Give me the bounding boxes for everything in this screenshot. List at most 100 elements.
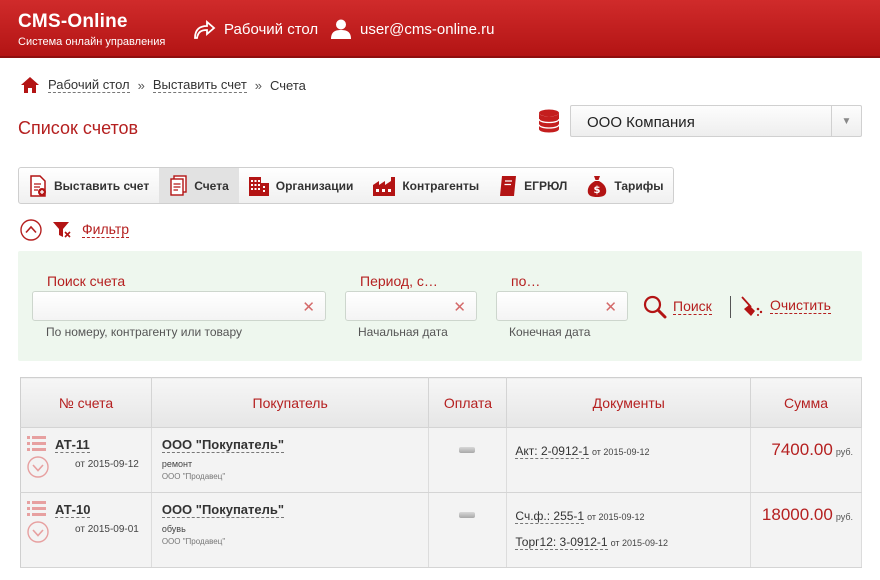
- column-header-sum[interactable]: Сумма: [750, 377, 862, 428]
- invoice-number-link[interactable]: АТ-10: [55, 503, 91, 518]
- breadcrumb: Рабочий стол » Выставить счет » Счета: [20, 76, 306, 94]
- cell-payment: [428, 492, 508, 568]
- document-line: Акт: 2-0912-1 от 2015-09-12: [515, 444, 650, 459]
- brand-subtitle: Система онлайн управления: [18, 36, 166, 48]
- period-from-input[interactable]: ✕: [345, 291, 477, 321]
- period-to-hint: Конечная дата: [509, 325, 591, 339]
- toolbar-egrul-button[interactable]: ЕГРЮЛ: [489, 168, 577, 203]
- column-header-buyer[interactable]: Покупатель: [151, 377, 430, 428]
- clear-search-icon[interactable]: ✕: [302, 298, 315, 316]
- clear-filter-button[interactable]: Очистить: [740, 295, 831, 317]
- document-date: от 2015-09-12: [587, 512, 645, 522]
- brand-logo[interactable]: CMS-Online Система онлайн управления: [18, 11, 166, 49]
- search-button[interactable]: Поиск: [643, 295, 712, 319]
- invoice-note: ремонт: [161, 459, 193, 469]
- buyer-link[interactable]: ООО "Покупатель": [161, 438, 285, 453]
- main-toolbar: Выставить счет Счета Организации Контраг…: [18, 167, 675, 204]
- brand-title: CMS-Online: [18, 11, 128, 32]
- search-icon: [643, 295, 667, 319]
- database-icon: [538, 109, 560, 133]
- money-bag-icon: $: [588, 175, 607, 197]
- payment-status-indicator[interactable]: [459, 447, 476, 453]
- clear-period-to-icon[interactable]: ✕: [604, 298, 617, 316]
- row-tools: [27, 501, 49, 546]
- row-tools: [27, 436, 49, 481]
- column-header-number[interactable]: № счета: [20, 377, 152, 428]
- document-line: Торг12: 3-0912-1 от 2015-09-12: [515, 535, 669, 550]
- clear-filter-label: Очистить: [770, 297, 831, 314]
- breadcrumb-separator: »: [254, 77, 263, 93]
- toolbar-label: Организации: [275, 178, 354, 193]
- registry-book-icon: [500, 175, 517, 196]
- document-link[interactable]: Торг12: 3-0912-1: [515, 535, 608, 550]
- chevron-down-circle-icon[interactable]: [27, 456, 49, 478]
- document-date: от 2015-09-12: [592, 447, 650, 457]
- user-account-link[interactable]: user@cms-online.ru: [330, 18, 494, 40]
- desktop-nav-label: Рабочий стол: [224, 20, 319, 38]
- document-date: от 2015-09-12: [610, 538, 669, 548]
- desktop-nav-link[interactable]: Рабочий стол: [192, 18, 318, 40]
- document-link[interactable]: Акт: 2-0912-1: [515, 444, 589, 459]
- breadcrumb-desk[interactable]: Рабочий стол: [48, 77, 130, 93]
- filter-divider: [730, 296, 731, 318]
- search-invoice-input[interactable]: ✕: [32, 291, 326, 321]
- breadcrumb-create-invoice[interactable]: Выставить счет: [152, 77, 247, 93]
- seller-name: ООО "Продавец": [161, 537, 226, 546]
- invoice-sum: 18000.00 руб.: [762, 505, 853, 525]
- column-header-documents[interactable]: Документы: [506, 377, 752, 428]
- period-to-label: по…: [511, 273, 541, 289]
- chevron-down-icon[interactable]: ▼: [831, 106, 861, 136]
- column-header-payment[interactable]: Оплата: [428, 377, 508, 428]
- payment-status-indicator[interactable]: [459, 512, 476, 518]
- user-email: user@cms-online.ru: [360, 20, 495, 38]
- company-selector-box: ООО Компания ▼: [538, 105, 862, 137]
- chevron-up-circle-icon[interactable]: [20, 219, 42, 241]
- table-row: АТ-10 от 2015-09-01 ООО "Покупатель" обу…: [20, 492, 862, 568]
- buyer-link[interactable]: ООО "Покупатель": [161, 503, 285, 518]
- document-line: Сч.ф.: 255-1 от 2015-09-12: [515, 509, 645, 524]
- top-header: CMS-Online Система онлайн управления Раб…: [0, 0, 880, 58]
- search-invoice-hint: По номеру, контрагенту или товару: [46, 325, 243, 339]
- desk-arrow-icon: [194, 20, 216, 39]
- toolbar-label: Счета: [194, 178, 229, 193]
- filter-label[interactable]: Фильтр: [82, 222, 130, 238]
- search-invoice-label: Поиск счета: [47, 273, 126, 289]
- toolbar-organizations-button[interactable]: Организации: [239, 168, 364, 203]
- user-icon: [331, 19, 351, 39]
- toolbar-tariffs-button[interactable]: $ Тарифы: [577, 168, 673, 203]
- filter-funnel-icon: [53, 222, 71, 238]
- toolbar-label: Выставить счет: [54, 178, 150, 193]
- cell-sum: 18000.00 руб.: [750, 492, 862, 568]
- sum-currency: руб.: [835, 512, 853, 522]
- cell-buyer: ООО "Покупатель" обувь ООО "Продавец": [151, 492, 430, 568]
- home-icon[interactable]: [20, 76, 40, 94]
- period-from-hint: Начальная дата: [358, 325, 448, 339]
- toolbar-contractors-button[interactable]: Контрагенты: [363, 168, 489, 203]
- building-icon: [248, 176, 269, 196]
- cell-number: АТ-11 от 2015-09-12: [20, 427, 152, 493]
- table-header-row: № счета Покупатель Оплата Документы Сумм…: [20, 377, 862, 428]
- cell-documents: Акт: 2-0912-1 от 2015-09-12: [506, 427, 752, 493]
- company-select-value: ООО Компания: [587, 114, 695, 131]
- invoice-table: № счета Покупатель Оплата Документы Сумм…: [20, 377, 862, 568]
- cell-documents: Сч.ф.: 255-1 от 2015-09-12 Торг12: 3-0912…: [506, 492, 752, 568]
- cell-sum: 7400.00 руб.: [750, 427, 862, 493]
- broom-icon: [741, 296, 763, 316]
- invoice-sum: 7400.00 руб.: [771, 440, 853, 460]
- toolbar-create-invoice-button[interactable]: Выставить счет: [19, 168, 159, 203]
- list-menu-icon[interactable]: [27, 436, 47, 452]
- document-link[interactable]: Сч.ф.: 255-1: [515, 509, 585, 524]
- toolbar-invoices-button[interactable]: Счета: [159, 168, 239, 203]
- list-menu-icon[interactable]: [27, 501, 47, 517]
- period-to-input[interactable]: ✕: [496, 291, 628, 321]
- invoice-note: обувь: [161, 524, 186, 534]
- clear-period-from-icon[interactable]: ✕: [453, 298, 466, 316]
- cell-payment: [428, 427, 508, 493]
- filter-toggle[interactable]: Фильтр: [20, 219, 130, 241]
- company-select[interactable]: ООО Компания ▼: [570, 105, 862, 137]
- search-button-label: Поиск: [673, 298, 712, 315]
- seller-name: ООО "Продавец": [161, 472, 226, 481]
- chevron-down-circle-icon[interactable]: [27, 521, 49, 543]
- cell-number: АТ-10 от 2015-09-01: [20, 492, 152, 568]
- invoice-number-link[interactable]: АТ-11: [55, 438, 90, 453]
